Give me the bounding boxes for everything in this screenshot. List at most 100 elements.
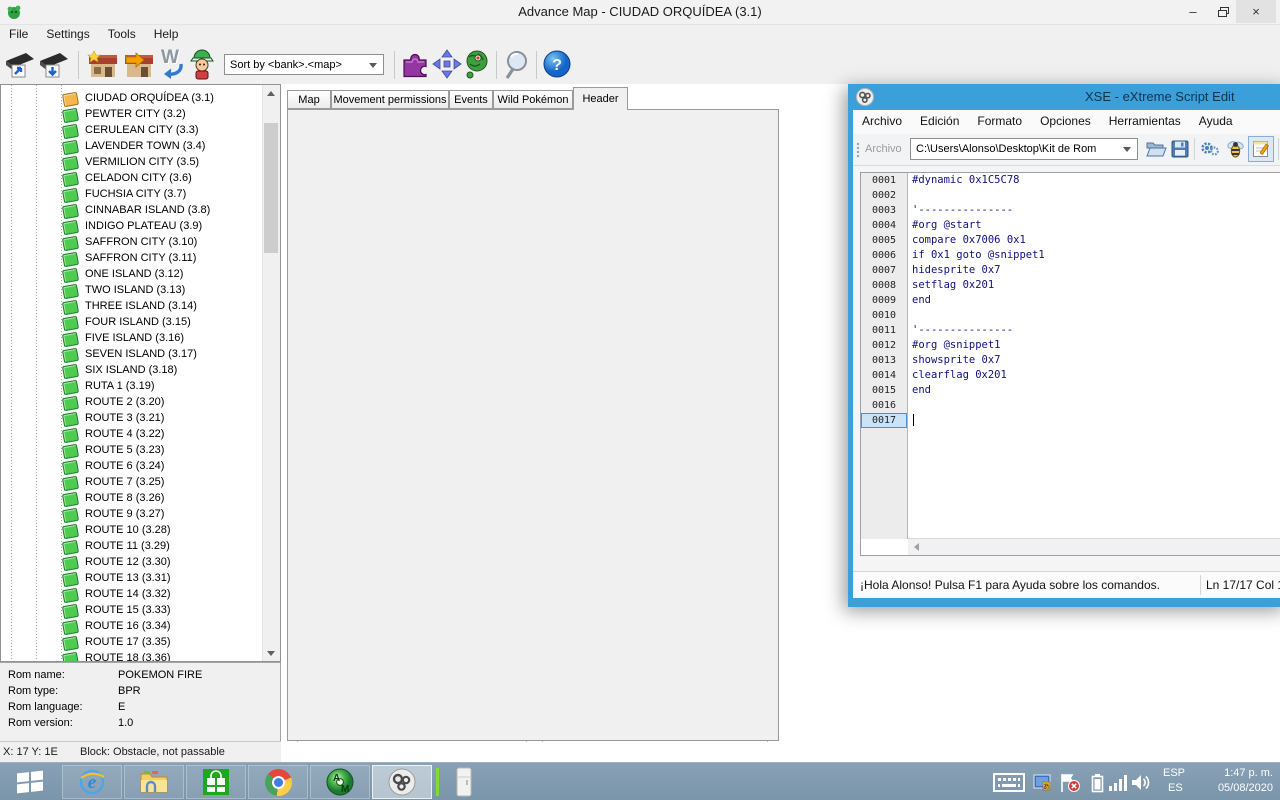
minimize-button[interactable]: –	[1176, 0, 1210, 23]
close-button[interactable]: ×	[1236, 0, 1276, 23]
scroll-down-button[interactable]	[263, 645, 279, 661]
tree-item[interactable]: FIVE ISLAND (3.16)	[1, 331, 263, 347]
tree-item[interactable]: CINNABAR ISLAND (3.8)	[1, 203, 263, 219]
world-map-icon[interactable]: W	[160, 49, 186, 81]
tree-item[interactable]: SAFFRON CITY (3.11)	[1, 251, 263, 267]
tree-item[interactable]: ROUTE 2 (3.20)	[1, 395, 263, 411]
open-rom-icon[interactable]	[4, 49, 36, 81]
tree-item[interactable]: SAFFRON CITY (3.10)	[1, 235, 263, 251]
editor-line[interactable]: 0004#org @start	[861, 218, 1280, 233]
xse-menu-item-herramientas[interactable]: Herramientas	[1100, 110, 1190, 132]
movement-permissions-icon[interactable]	[432, 49, 464, 81]
tree-item[interactable]: ROUTE 16 (3.34)	[1, 619, 263, 635]
tree-item[interactable]: LAVENDER TOWN (3.4)	[1, 139, 263, 155]
tree-item[interactable]: THREE ISLAND (3.14)	[1, 299, 263, 315]
editor-line[interactable]: 0007hidesprite 0x7	[861, 263, 1280, 278]
ime-tray-icon[interactable]: あ	[1033, 774, 1051, 792]
taskbar-store-button[interactable]	[186, 765, 246, 799]
xse-menu-item-formato[interactable]: Formato	[968, 110, 1031, 132]
editor-line[interactable]: 0001#dynamic 0x1C5C78	[861, 173, 1280, 188]
debug-bee-icon[interactable]	[1224, 138, 1246, 160]
tree-item[interactable]: ROUTE 8 (3.26)	[1, 491, 263, 507]
editor-hscrollbar[interactable]	[908, 538, 1280, 555]
start-button[interactable]	[0, 763, 60, 800]
action-center-flag-icon[interactable]	[1059, 773, 1081, 793]
tree-item[interactable]: ROUTE 10 (3.28)	[1, 523, 263, 539]
zoom-icon[interactable]	[502, 49, 534, 81]
open-file-icon[interactable]	[1145, 139, 1167, 159]
tree-item[interactable]: TWO ISLAND (3.13)	[1, 283, 263, 299]
tree-item[interactable]: ROUTE 9 (3.27)	[1, 507, 263, 523]
sort-combo[interactable]: Sort by <bank>.<map>	[224, 54, 384, 75]
tree-item[interactable]: ROUTE 4 (3.22)	[1, 427, 263, 443]
new-map-icon[interactable]	[86, 49, 118, 81]
xse-titlebar[interactable]: XSE - eXtreme Script Edit	[848, 84, 1280, 110]
wild-pokemon-icon[interactable]	[464, 49, 490, 81]
tab-events[interactable]: Events	[449, 90, 493, 109]
tree-item[interactable]: ROUTE 7 (3.25)	[1, 475, 263, 491]
tree-item[interactable]: ONE ISLAND (3.12)	[1, 267, 263, 283]
tree-item[interactable]: SEVEN ISLAND (3.17)	[1, 347, 263, 363]
tree-item[interactable]: FUCHSIA CITY (3.7)	[1, 187, 263, 203]
xse-menu-item-edición[interactable]: Edición	[911, 110, 968, 132]
tree-item[interactable]: CERULEAN CITY (3.3)	[1, 123, 263, 139]
block-editor-icon[interactable]	[400, 49, 432, 81]
tree-item[interactable]: ROUTE 15 (3.33)	[1, 603, 263, 619]
tree-item[interactable]: VERMILION CITY (3.5)	[1, 155, 263, 171]
tray-language-2[interactable]: ES	[1168, 782, 1183, 794]
tree-item[interactable]: ROUTE 13 (3.31)	[1, 571, 263, 587]
tab-header[interactable]: Header	[573, 87, 628, 110]
menu-item-help[interactable]: Help	[145, 25, 188, 43]
scroll-up-button[interactable]	[263, 85, 279, 101]
taskbar-ie-button[interactable]: e	[62, 765, 122, 799]
xse-path-combo[interactable]: C:\Users\Alonso\Desktop\Kit de Rom	[910, 138, 1138, 160]
tree-item[interactable]: ROUTE 5 (3.23)	[1, 443, 263, 459]
editor-line[interactable]: 0009end	[861, 293, 1280, 308]
editor-line[interactable]: 0008setflag 0x201	[861, 278, 1280, 293]
tree-item[interactable]: RUTA 1 (3.19)	[1, 379, 263, 395]
tree-item[interactable]: ROUTE 14 (3.32)	[1, 587, 263, 603]
save-file-icon[interactable]	[1170, 139, 1190, 159]
volume-icon[interactable]	[1131, 773, 1151, 792]
tree-item[interactable]: PEWTER CITY (3.2)	[1, 107, 263, 123]
tree-item[interactable]: CELADON CITY (3.6)	[1, 171, 263, 187]
taskbar-advancemap-button[interactable]: AM	[310, 765, 370, 799]
editor-line[interactable]: 0010	[861, 308, 1280, 323]
notepad-button[interactable]	[1248, 136, 1274, 162]
editor-line[interactable]: 0006if 0x1 goto @snippet1	[861, 248, 1280, 263]
tab-movement-permissions[interactable]: Movement permissions	[331, 90, 449, 109]
tree-item[interactable]: ROUTE 11 (3.29)	[1, 539, 263, 555]
tree-item[interactable]: FOUR ISLAND (3.15)	[1, 315, 263, 331]
editor-line[interactable]: 0003'---------------	[861, 203, 1280, 218]
scrollbar-thumb[interactable]	[264, 123, 278, 253]
menu-item-tools[interactable]: Tools	[99, 25, 145, 43]
touch-keyboard-icon[interactable]	[993, 773, 1025, 792]
tree-item[interactable]: ROUTE 17 (3.35)	[1, 635, 263, 651]
battery-icon[interactable]	[1091, 773, 1104, 793]
tab-map[interactable]: Map	[287, 90, 331, 109]
editor-line[interactable]: 0017	[861, 413, 1280, 428]
tree-item[interactable]: CIUDAD ORQUÍDEA (3.1)	[1, 91, 263, 107]
editor-line[interactable]: 0012#org @snippet1	[861, 338, 1280, 353]
tray-clock-date[interactable]: 05/08/2020	[1203, 782, 1273, 794]
editor-line[interactable]: 0002	[861, 188, 1280, 203]
tree-scrollbar[interactable]	[262, 85, 280, 661]
xse-menu-item-ayuda[interactable]: Ayuda	[1190, 110, 1242, 132]
taskbar-xse-button[interactable]	[372, 765, 432, 799]
am-titlebar[interactable]: Advance Map - CIUDAD ORQUÍDEA (3.1) – ×	[0, 0, 1280, 25]
xse-editor[interactable]: 0001#dynamic 0x1C5C7800020003'----------…	[860, 172, 1280, 556]
map-tree-panel[interactable]: CIUDAD ORQUÍDEA (3.1)PEWTER CITY (3.2)CE…	[0, 84, 281, 662]
tree-item[interactable]: INDIGO PLATEAU (3.9)	[1, 219, 263, 235]
network-signal-icon[interactable]	[1108, 774, 1128, 792]
insert-map-icon[interactable]	[122, 49, 154, 81]
editor-line[interactable]: 0011'---------------	[861, 323, 1280, 338]
tray-language[interactable]: ESP	[1163, 767, 1185, 779]
editor-line[interactable]: 0015end	[861, 383, 1280, 398]
tray-clock-time[interactable]: 1:47 p. m.	[1203, 767, 1273, 779]
tree-item[interactable]: ROUTE 18 (3.36)	[1, 651, 263, 662]
xse-menu-item-archivo[interactable]: Archivo	[853, 110, 911, 132]
editor-line[interactable]: 0014clearflag 0x201	[861, 368, 1280, 383]
taskbar-explorer-button[interactable]	[124, 765, 184, 799]
editor-line[interactable]: 0016	[861, 398, 1280, 413]
trainer-icon[interactable]	[190, 49, 214, 81]
